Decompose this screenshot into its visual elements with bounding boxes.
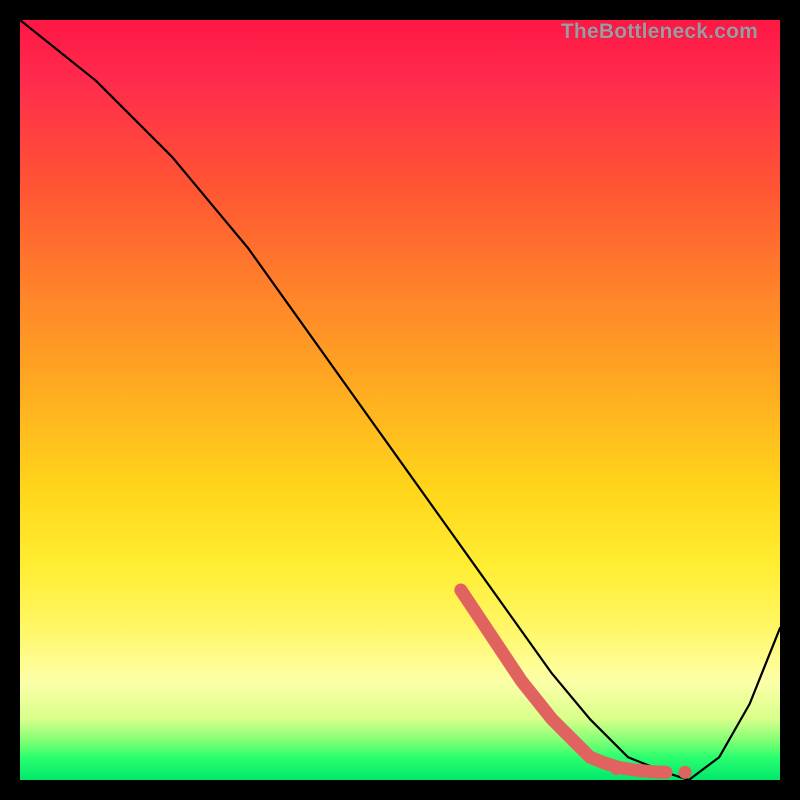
bottleneck-curve: [20, 20, 780, 780]
highlight-dot: [652, 766, 665, 779]
highlight-dot: [633, 764, 646, 777]
chart-overlay: [20, 20, 780, 780]
optimal-zone-highlight: [461, 590, 666, 772]
highlight-dot: [679, 766, 692, 779]
watermark-text: TheBottleneck.com: [561, 20, 758, 44]
chart-frame: TheBottleneck.com: [20, 20, 780, 780]
highlight-dot: [610, 762, 623, 775]
